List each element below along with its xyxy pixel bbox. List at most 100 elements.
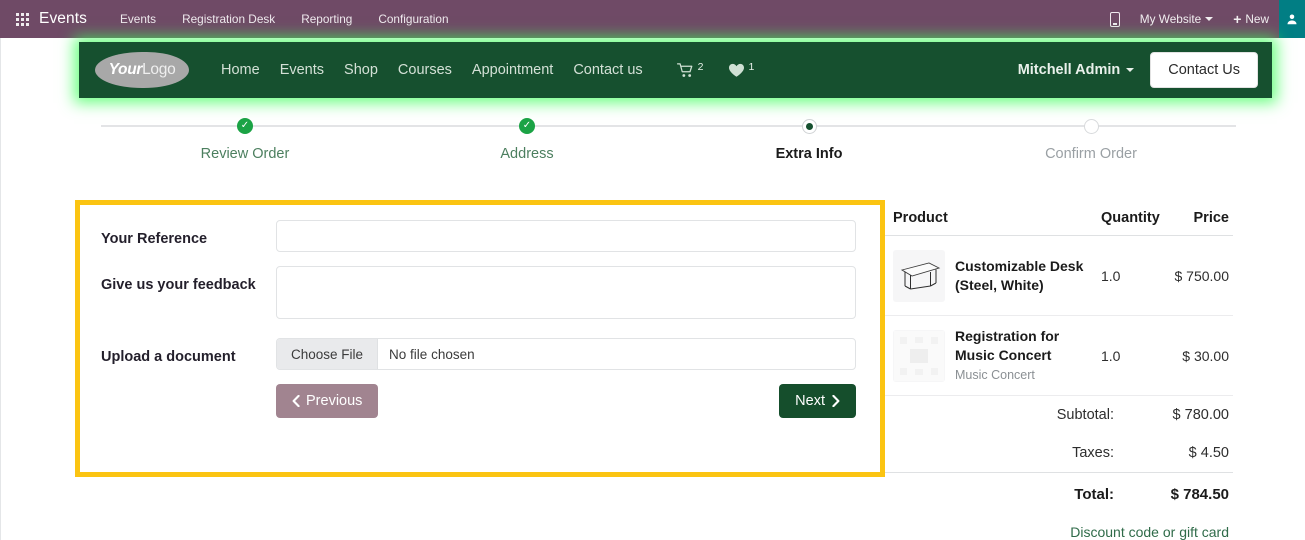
mobile-icon bbox=[1109, 11, 1120, 27]
cell-quantity: 1.0 bbox=[1101, 347, 1121, 364]
subtotal-value: $ 780.00 bbox=[1172, 407, 1229, 423]
cell-product: Customizable Desk (Steel, White) bbox=[893, 249, 1101, 302]
site-logo-bold: Your bbox=[108, 61, 143, 78]
header-quantity: Quantity bbox=[1101, 210, 1160, 226]
form-actions: Previous Next bbox=[101, 384, 856, 418]
form-row-reference: Your Reference bbox=[101, 220, 856, 252]
step-extra-info[interactable]: Extra Info bbox=[709, 117, 909, 162]
next-button[interactable]: Next bbox=[779, 384, 856, 418]
nav-icon-group: 2 1 bbox=[676, 60, 755, 78]
website-selector[interactable]: My Website bbox=[1130, 0, 1223, 38]
total-value: $ 784.50 bbox=[1170, 486, 1229, 503]
subtotal-row: Subtotal: $ 780.00 bbox=[885, 396, 1233, 434]
step-label-review-order: Review Order bbox=[200, 146, 290, 162]
website-navbar-wrapper: YourLogo Home Events Shop Courses Appoin… bbox=[79, 42, 1272, 98]
wishlist-button[interactable]: 1 bbox=[728, 60, 755, 78]
header-price: Price bbox=[1193, 210, 1229, 226]
table-row: Registration for Music Concert Music Con… bbox=[885, 316, 1233, 396]
odoo-menu-item-configuration[interactable]: Configuration bbox=[365, 0, 461, 38]
cell-price: $ 30.00 bbox=[1182, 347, 1229, 364]
screenshot-root: Events Events Registration Desk Reportin… bbox=[0, 0, 1305, 540]
discount-code-link[interactable]: Discount code or gift card bbox=[885, 516, 1233, 540]
total-label: Total: bbox=[1074, 486, 1114, 503]
product-name: Customizable Desk (Steel, White) bbox=[955, 257, 1084, 293]
check-circle-icon: ✓ bbox=[519, 118, 535, 134]
file-status-text: No file chosen bbox=[389, 346, 475, 362]
check-circle-icon: ✓ bbox=[237, 118, 253, 134]
user-avatar-menu[interactable] bbox=[1279, 0, 1305, 38]
nav-link-shop[interactable]: Shop bbox=[334, 62, 388, 78]
cart-count: 2 bbox=[697, 60, 704, 73]
product-text: Customizable Desk (Steel, White) bbox=[955, 257, 1101, 295]
odoo-menu-item-reporting[interactable]: Reporting bbox=[288, 0, 365, 38]
form-row-upload: Upload a document Choose File No file ch… bbox=[101, 338, 856, 370]
label-upload-a-document: Upload a document bbox=[101, 349, 236, 365]
step-review-order[interactable]: ✓ Review Order bbox=[145, 117, 345, 162]
nav-link-events[interactable]: Events bbox=[270, 62, 334, 78]
user-menu-label: Mitchell Admin bbox=[1017, 62, 1121, 78]
person-icon bbox=[1287, 14, 1297, 25]
checkout-stepper: ✓ Review Order ✓ Address Extra Info Conf… bbox=[101, 117, 1236, 195]
event-placeholder-image bbox=[893, 329, 945, 382]
cell-product: Registration for Music Concert Music Con… bbox=[893, 327, 1101, 383]
odoo-app-title[interactable]: Events bbox=[39, 10, 87, 28]
extra-info-form: Your Reference Give us your feedback Upl… bbox=[101, 220, 856, 418]
website-selector-label: My Website bbox=[1139, 12, 1202, 26]
contact-us-button[interactable]: Contact Us bbox=[1150, 52, 1258, 88]
website-navbar: YourLogo Home Events Shop Courses Appoin… bbox=[79, 42, 1272, 98]
site-nav-right: Mitchell Admin Contact Us bbox=[1018, 52, 1258, 88]
odoo-menu-item-events[interactable]: Events bbox=[107, 0, 169, 38]
product-text: Registration for Music Concert Music Con… bbox=[955, 327, 1101, 383]
site-nav-links: Home Events Shop Courses Appointment Con… bbox=[211, 62, 653, 78]
odoo-top-bar: Events Events Registration Desk Reportin… bbox=[0, 0, 1305, 38]
previous-button[interactable]: Previous bbox=[276, 384, 379, 418]
table-row: Customizable Desk (Steel, White) 1.0 $ 7… bbox=[885, 236, 1233, 316]
wishlist-count: 1 bbox=[748, 60, 755, 73]
step-dot-wrap bbox=[709, 117, 909, 135]
user-menu-button[interactable]: Mitchell Admin bbox=[1018, 62, 1135, 78]
step-label-address: Address bbox=[500, 146, 554, 162]
heart-icon bbox=[728, 63, 744, 77]
mobile-preview-button[interactable] bbox=[1100, 11, 1130, 27]
step-dot-wrap bbox=[991, 117, 1191, 135]
control-upload: Choose File No file chosen bbox=[276, 338, 856, 370]
step-confirm-order[interactable]: Confirm Order bbox=[991, 117, 1191, 162]
feedback-textarea[interactable] bbox=[276, 266, 856, 319]
site-logo-text: YourLogo bbox=[109, 61, 176, 79]
chevron-down-icon bbox=[1126, 68, 1135, 72]
nav-link-courses[interactable]: Courses bbox=[388, 62, 462, 78]
site-logo[interactable]: YourLogo bbox=[95, 52, 189, 88]
odoo-menu: Events Registration Desk Reporting Confi… bbox=[107, 0, 462, 38]
site-logo-thin: Logo bbox=[142, 61, 176, 78]
next-button-label: Next bbox=[795, 393, 825, 409]
taxes-label: Taxes: bbox=[1072, 445, 1114, 461]
taxes-value: $ 4.50 bbox=[1188, 445, 1229, 461]
header-product: Product bbox=[893, 210, 948, 226]
chevron-right-icon bbox=[832, 395, 840, 407]
control-feedback bbox=[276, 266, 856, 324]
choose-file-button[interactable]: Choose File bbox=[277, 339, 379, 369]
control-your-reference bbox=[276, 220, 856, 252]
your-reference-input[interactable] bbox=[276, 220, 856, 252]
product-name: Registration for Music Concert bbox=[955, 328, 1060, 364]
file-upload-field[interactable]: Choose File No file chosen bbox=[276, 338, 856, 370]
nav-link-contact-us[interactable]: Contact us bbox=[563, 62, 652, 78]
summary-table-header: Product Quantity Price bbox=[885, 200, 1233, 236]
step-address[interactable]: ✓ Address bbox=[427, 117, 627, 162]
shopping-cart-icon bbox=[676, 62, 693, 77]
website-canvas: YourLogo Home Events Shop Courses Appoin… bbox=[0, 38, 1305, 540]
apps-grid-icon[interactable] bbox=[9, 12, 35, 26]
nav-link-appointment[interactable]: Appointment bbox=[462, 62, 563, 78]
taxes-row: Taxes: $ 4.50 bbox=[885, 434, 1233, 472]
total-row: Total: $ 784.50 bbox=[885, 472, 1233, 516]
desk-icon bbox=[900, 262, 941, 289]
form-row-feedback: Give us your feedback bbox=[101, 266, 856, 324]
step-label-confirm-order: Confirm Order bbox=[1045, 146, 1137, 162]
odoo-menu-item-registration-desk[interactable]: Registration Desk bbox=[169, 0, 288, 38]
label-your-reference: Your Reference bbox=[101, 231, 208, 247]
new-button-label: New bbox=[1245, 12, 1269, 26]
nav-link-home[interactable]: Home bbox=[211, 62, 270, 78]
previous-button-label: Previous bbox=[306, 393, 363, 409]
new-button[interactable]: + New bbox=[1223, 0, 1279, 38]
cart-button[interactable]: 2 bbox=[676, 60, 704, 78]
